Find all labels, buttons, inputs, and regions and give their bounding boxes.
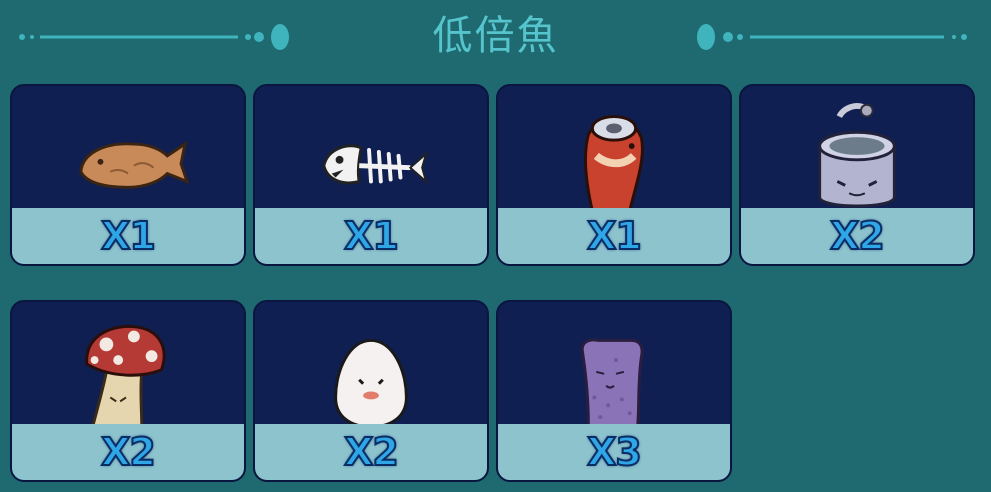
egg-icon xyxy=(334,338,408,428)
right-divider-ornament xyxy=(697,24,967,50)
item-card-soda-can-fish[interactable]: X1 xyxy=(496,84,732,266)
item-card-egg[interactable]: X2 xyxy=(253,300,489,482)
item-card-taiyaki[interactable]: X1 xyxy=(10,84,246,266)
mushroom-icon xyxy=(85,324,166,428)
item-quantity: X1 xyxy=(100,213,157,259)
item-quantity: X2 xyxy=(829,213,886,259)
item-quantity: X2 xyxy=(100,429,157,475)
item-quantity: X1 xyxy=(586,213,643,259)
item-card-mushroom[interactable]: X2 xyxy=(10,300,246,482)
item-card-sponge[interactable]: X3 xyxy=(496,300,732,482)
item-card-tin-can[interactable]: X2 xyxy=(739,84,975,266)
tin-can-icon xyxy=(818,103,896,208)
fish-bone-icon xyxy=(322,144,428,185)
item-quantity: X2 xyxy=(343,429,400,475)
soda-can-fish-icon xyxy=(584,115,644,212)
header: 低倍魚 xyxy=(0,0,991,80)
item-quantity: X1 xyxy=(343,213,400,259)
taiyaki-fish-icon xyxy=(79,140,190,189)
sponge-icon xyxy=(580,338,644,428)
item-quantity: X3 xyxy=(586,429,643,475)
item-card-fish-bone[interactable]: X1 xyxy=(253,84,489,266)
